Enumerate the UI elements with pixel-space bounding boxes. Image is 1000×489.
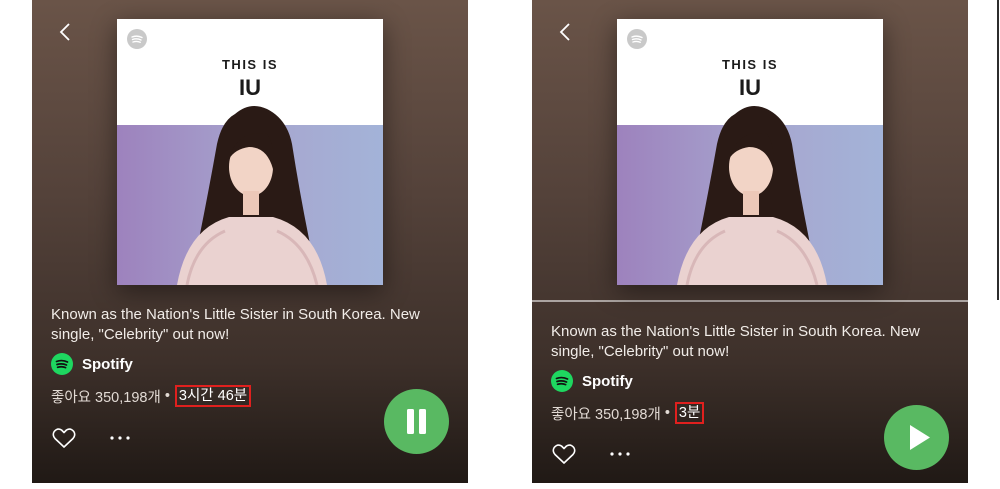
back-button[interactable]	[54, 20, 78, 44]
more-icon	[610, 452, 630, 456]
more-icon	[110, 436, 130, 440]
separator: •	[164, 388, 170, 404]
playlist-description: Known as the Nation's Little Sister in S…	[51, 306, 420, 343]
publisher-link[interactable]: Spotify	[51, 353, 133, 375]
playlist-description: Known as the Nation's Little Sister in S…	[551, 323, 920, 360]
chevron-left-icon	[59, 23, 70, 41]
playlist-cover: THIS IS IU	[117, 19, 383, 285]
artist-portrait	[177, 105, 327, 285]
spotify-logo-icon	[51, 353, 73, 375]
publisher-name: Spotify	[82, 355, 133, 373]
spotify-logo-icon	[551, 370, 573, 392]
playlist-cover: THIS IS IU	[617, 19, 883, 285]
playlist-stats: 좋아요 350,198개 • 3분	[551, 402, 705, 424]
playlist-screen-left: THIS IS IU Known as the Nation's Little …	[32, 0, 468, 483]
heart-icon	[52, 428, 76, 448]
playlist-stats: 좋아요 350,198개 • 3시간 46분	[51, 385, 252, 407]
play-button[interactable]	[884, 405, 949, 470]
back-button[interactable]	[554, 20, 578, 44]
adjacent-panel-edge	[997, 0, 999, 300]
duration-label: 3분	[674, 402, 705, 424]
like-button[interactable]	[51, 426, 77, 450]
likes-count: 좋아요 350,198개	[551, 406, 661, 423]
duration-label: 3시간 46분	[174, 385, 252, 407]
likes-count: 좋아요 350,198개	[51, 389, 161, 406]
pause-icon	[407, 409, 426, 434]
separator: •	[664, 405, 670, 421]
playlist-screen-right: THIS IS IU Known as the Nation's Little …	[532, 0, 968, 483]
pause-button[interactable]	[384, 389, 449, 454]
more-options-button[interactable]	[107, 426, 133, 450]
play-icon	[910, 425, 930, 450]
chevron-left-icon	[559, 23, 570, 41]
more-options-button[interactable]	[607, 442, 633, 466]
like-button[interactable]	[551, 442, 577, 466]
artist-portrait	[677, 105, 827, 285]
publisher-name: Spotify	[582, 372, 633, 390]
heart-icon	[552, 444, 576, 464]
publisher-link[interactable]: Spotify	[551, 370, 633, 392]
